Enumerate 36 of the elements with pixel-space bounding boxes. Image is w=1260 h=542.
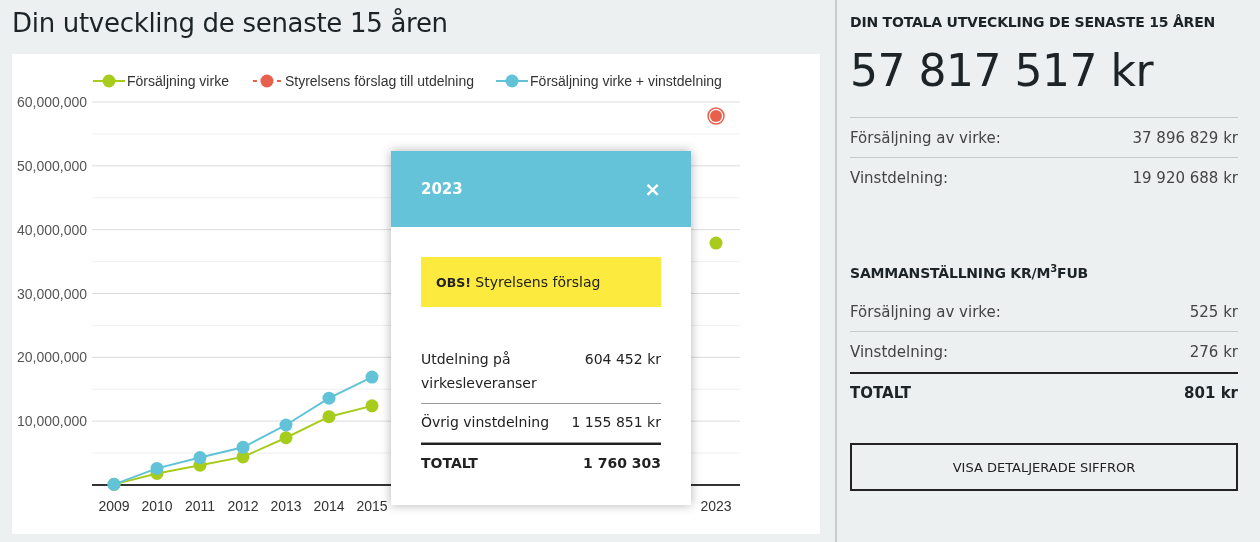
row-value: 37 896 829 kr (1132, 128, 1238, 147)
axis-label: 2013 (270, 498, 302, 514)
notice-text: OBS! Styrelsens förslag (436, 274, 601, 290)
axis-label: 2015 (356, 498, 388, 514)
row-label: Vinstdelning: (850, 169, 948, 187)
axis-label: 50,000,000 (16, 157, 87, 174)
total-label: TOTALT (421, 455, 478, 471)
axis-label: 60,000,000 (16, 94, 87, 110)
row-label: Försäljning av virke: (850, 128, 1001, 147)
row-value: 604 452 kr (584, 350, 661, 369)
row-value: 19 920 688 kr (1132, 169, 1238, 187)
total-value: 801 kr (1184, 384, 1238, 402)
row-label: Vinstdelning: (850, 343, 948, 361)
section-heading: DIN TOTALA UTVECKLING DE SENASTE 15 ÅREN (850, 13, 1217, 32)
axis-label: 10,000,000 (16, 413, 87, 430)
total-amount: 57 817 517 kr (850, 36, 1238, 118)
axis-label: 2023 (700, 498, 732, 514)
axis-label: 2012 (227, 498, 259, 514)
axis-label: 2010 (141, 498, 173, 514)
total-label: TOTALT (850, 384, 911, 402)
row-value: 276 kr (1189, 343, 1238, 361)
row-label: Försäljning av virke: (850, 302, 1001, 321)
axis-label: 2014 (313, 498, 345, 514)
page-title: Din utveckling de senaste 15 åren (11, 7, 449, 40)
popup-title: 2023 (421, 180, 463, 198)
row-label: Övrig vinstdelning (421, 413, 551, 432)
axis-label: 2009 (98, 498, 130, 514)
axis-label: 30,000,000 (16, 285, 87, 302)
row-label: Utdelning på virkesleveranser (421, 350, 538, 393)
row-value: 525 kr (1189, 302, 1238, 321)
row-value: 1 155 851 kr (571, 413, 661, 432)
axis-label: 40,000,000 (16, 221, 87, 238)
section-heading: SAMMANSTÄLLNING KR/M$^{3}$FUB (850, 262, 1090, 283)
total-value: 1 760 303 (583, 455, 661, 471)
axis-label: 2011 (184, 498, 216, 514)
axis-label: 20,000,000 (16, 349, 87, 366)
